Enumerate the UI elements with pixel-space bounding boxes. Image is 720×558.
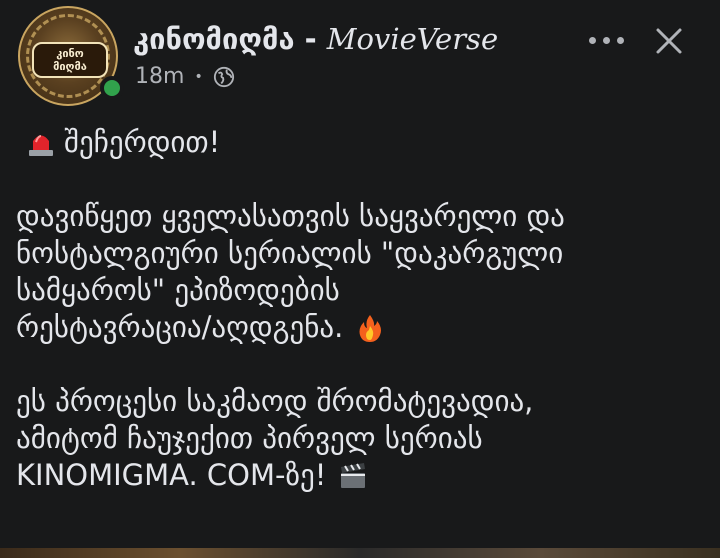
media-preview-strip[interactable] <box>0 548 720 558</box>
post-line: შეჩერდით! <box>16 124 706 161</box>
post-text-line: სამყაროს" ეპიზოდების <box>16 273 340 307</box>
avatar-logo-top: კინო <box>56 47 84 60</box>
post-line: KINOMIGMA. COM-ზე! <box>16 457 706 494</box>
post-meta: 18m • <box>135 64 235 89</box>
post-body: შეჩერდით! დავიწყეთ ყველასათვის საყვარელი… <box>16 124 706 494</box>
page-name-brand[interactable]: MovieVerse <box>327 22 498 56</box>
page-name-link[interactable]: კინომიღმა - MovieVerse <box>133 22 498 56</box>
page-avatar[interactable]: კინო მიღმა <box>18 6 124 112</box>
meta-separator: • <box>194 68 203 85</box>
close-icon[interactable] <box>652 24 686 58</box>
post-text-line: ამიტომ ჩაუჯექით პირველ სერიას <box>16 421 483 455</box>
post-line: სამყაროს" ეპიზოდების <box>16 272 706 309</box>
globe-icon[interactable] <box>213 66 235 88</box>
post-line: ნოსტალგიური სერიალის "დაკარგული <box>16 235 706 272</box>
page-name-georgian[interactable]: კინომიღმა - <box>133 22 327 56</box>
online-status-dot <box>100 76 124 100</box>
post-text-line: დავიწყეთ ყველასათვის საყვარელი და <box>16 199 565 233</box>
post-header: კინო მიღმა კინომიღმა - MovieVerse 18m • <box>0 0 720 110</box>
post-text-line: KINOMIGMA. COM-ზე! <box>16 458 327 492</box>
post-line: რესტავრაცია/აღდგენა. <box>16 309 706 346</box>
fire-icon <box>359 314 382 342</box>
post-line: ეს პროცესი საკმაოდ შრომატევადია, <box>16 383 706 420</box>
post-text-line: ეს პროცესი საკმაოდ შრომატევადია, <box>16 384 534 418</box>
clapperboard-icon <box>341 462 366 488</box>
post-timestamp[interactable]: 18m <box>135 64 184 89</box>
avatar-logo: კინო მიღმა <box>32 42 108 78</box>
post-text-line: რესტავრაცია/აღდგენა. <box>16 310 344 344</box>
avatar-logo-bottom: მიღმა <box>53 60 87 73</box>
post-text-line: ნოსტალგიური სერიალის "დაკარგული <box>16 236 564 270</box>
post-line: ამიტომ ჩაუჯექით პირველ სერიას <box>16 420 706 457</box>
siren-icon <box>29 134 53 156</box>
more-dot <box>602 36 610 44</box>
more-options-button[interactable] <box>582 22 630 58</box>
post-line: დავიწყეთ ყველასათვის საყვარელი და <box>16 198 706 235</box>
more-dot <box>588 36 596 44</box>
post-text-line: შეჩერდით! <box>64 125 221 159</box>
more-dot <box>616 36 624 44</box>
